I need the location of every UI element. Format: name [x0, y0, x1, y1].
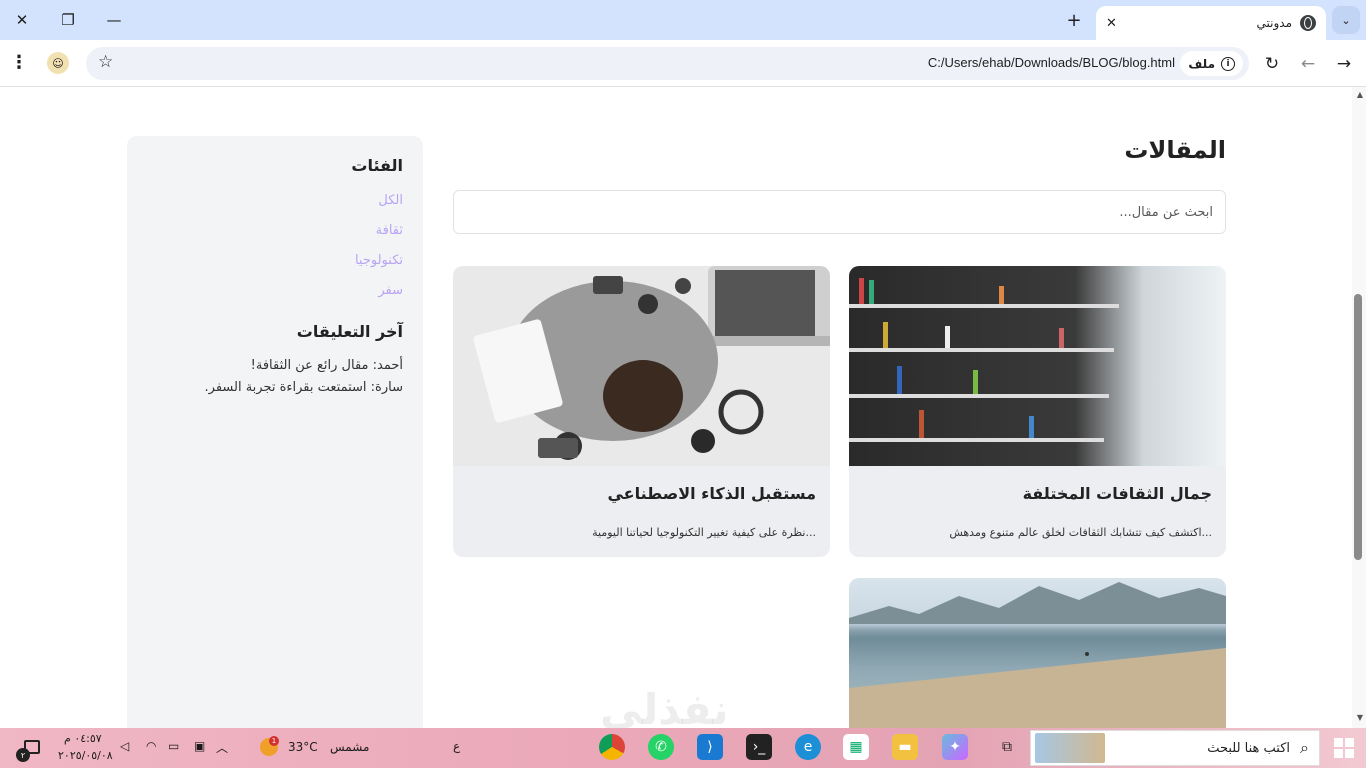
store-icon[interactable]: ▦ [843, 734, 869, 760]
new-tab-icon[interactable]: + [1062, 9, 1086, 31]
url-text[interactable]: C:/Users/ehab/Downloads/BLOG/blog.html [928, 55, 1175, 70]
start-icon[interactable] [1334, 738, 1354, 758]
article-card-culture[interactable]: جمال الثقافات المختلفة اكتشف كيف تتشابك … [849, 266, 1226, 557]
chevron-up-icon[interactable]: ︿ [216, 739, 228, 756]
volume-icon[interactable]: ◁ [120, 739, 129, 753]
sidebar: الفئات الكل ثقافة تكنولوجيا سفر آخر التع… [127, 136, 423, 728]
menu-dots-icon[interactable]: ⋮ [10, 52, 28, 73]
copilot-icon[interactable]: ✦ [942, 734, 968, 760]
desk-illustration [453, 266, 830, 466]
task-view-icon[interactable]: ⧉ [994, 734, 1020, 760]
category-all[interactable]: الكل [147, 193, 403, 208]
scroll-thumb[interactable] [1354, 294, 1362, 560]
tab-close-icon[interactable]: ✕ [1106, 16, 1117, 31]
edge-icon[interactable]: e [795, 734, 821, 760]
comment-item: سارة: استمتعت بقراءة تجربة السفر. [204, 380, 403, 395]
back-icon[interactable]: → [1330, 50, 1358, 78]
address-bar[interactable]: ☆ C:/Users/ehab/Downloads/BLOG/blog.html… [86, 47, 1249, 80]
comment-item: أحمد: مقال رائع عن الثقافة! [250, 358, 403, 373]
weather-temp[interactable]: 33°C [288, 740, 318, 754]
info-icon: i [1221, 56, 1235, 71]
profile-avatar[interactable]: ☺ [47, 52, 69, 74]
article-excerpt: اكتشف كيف تتشابك الثقافات لخلق عالم متنو… [949, 526, 1212, 539]
categories-title: الفئات [351, 156, 403, 175]
search-icon: ⌕ [1300, 738, 1309, 757]
page-viewport: الفئات الكل ثقافة تكنولوجيا سفر آخر التع… [0, 87, 1366, 728]
page-scrollbar[interactable]: ▲ ▼ [1352, 87, 1366, 728]
category-culture[interactable]: ثقافة [147, 223, 403, 238]
clock-date[interactable]: ٢٠٢٥/٠٥/٠٨ [58, 749, 113, 762]
battery-icon[interactable]: ▭ [168, 739, 179, 753]
terminal-icon[interactable]: ›_ [746, 734, 772, 760]
site-info-chip[interactable]: i ملف [1180, 51, 1243, 76]
main-content: المقالات [453, 136, 1226, 234]
tab-title: مدونتي [1256, 16, 1292, 30]
file-explorer-icon[interactable]: ▬ [892, 734, 918, 760]
site-info-label: ملف [1188, 56, 1215, 71]
windows-taskbar: ⌕ اكتب هنا للبحث ⧉ ✦ ▬ ▦ e ›_ ⟩ ✆ ع مشمس… [0, 728, 1366, 768]
tab-strip: ✕ ❐ — + مدونتي ✕ ⌄ [0, 0, 1366, 40]
restore-window-icon[interactable]: ❐ [52, 6, 84, 34]
beach-image [849, 578, 1226, 728]
chrome-icon[interactable] [599, 734, 625, 760]
desk-image [453, 266, 830, 466]
comments-title: آخر التعليقات [296, 322, 403, 341]
article-excerpt: نظرة على كيفية تغيير التكنولوجيا لحياتنا… [592, 526, 816, 539]
beach-illustration [849, 582, 1226, 728]
whatsapp-icon[interactable]: ✆ [648, 734, 674, 760]
bookmark-star-icon[interactable]: ☆ [98, 52, 113, 72]
clock-time[interactable]: ٠٤:٥٧ م [64, 732, 102, 745]
article-title[interactable]: مستقبل الذكاء الاصطناعي [607, 484, 816, 503]
search-highlight-image [1035, 733, 1105, 763]
page-title: المقالات [1124, 136, 1226, 164]
taskbar-search-placeholder: اكتب هنا للبحث [1207, 740, 1291, 756]
keyboard-language[interactable]: ع [453, 739, 460, 753]
watermark-logo: نفذلي [600, 685, 729, 728]
article-search-input[interactable] [453, 190, 1226, 234]
article-card-travel[interactable] [849, 578, 1226, 728]
scroll-up-icon[interactable]: ▲ [1357, 90, 1363, 99]
forward-icon[interactable]: ← [1294, 50, 1322, 78]
minimize-window-icon[interactable]: — [98, 6, 130, 34]
category-technology[interactable]: تكنولوجيا [147, 253, 403, 268]
chevron-down-icon[interactable]: ⌄ [1332, 6, 1360, 34]
library-image [849, 266, 1226, 466]
close-window-icon[interactable]: ✕ [6, 6, 38, 34]
weather-alert-badge: 1 [269, 736, 279, 746]
article-card-ai[interactable]: مستقبل الذكاء الاصطناعي نظرة على كيفية ت… [453, 266, 830, 557]
weather-label[interactable]: مشمس [330, 740, 369, 754]
vscode-icon[interactable]: ⟩ [697, 734, 723, 760]
tab-blog[interactable]: مدونتي ✕ [1096, 6, 1326, 40]
reload-icon[interactable]: ↻ [1258, 50, 1286, 78]
article-title[interactable]: جمال الثقافات المختلفة [1023, 484, 1212, 503]
taskbar-search[interactable]: ⌕ اكتب هنا للبحث [1030, 730, 1320, 766]
scroll-down-icon[interactable]: ▼ [1357, 713, 1363, 722]
wifi-icon[interactable]: ◠ [146, 739, 156, 753]
camera-icon[interactable]: ▣ [194, 739, 205, 753]
notification-badge: ٢ [16, 748, 30, 762]
globe-icon [1300, 15, 1316, 31]
browser-toolbar: → ← ↻ ☆ C:/Users/ehab/Downloads/BLOG/blo… [0, 40, 1366, 87]
category-travel[interactable]: سفر [147, 283, 403, 298]
